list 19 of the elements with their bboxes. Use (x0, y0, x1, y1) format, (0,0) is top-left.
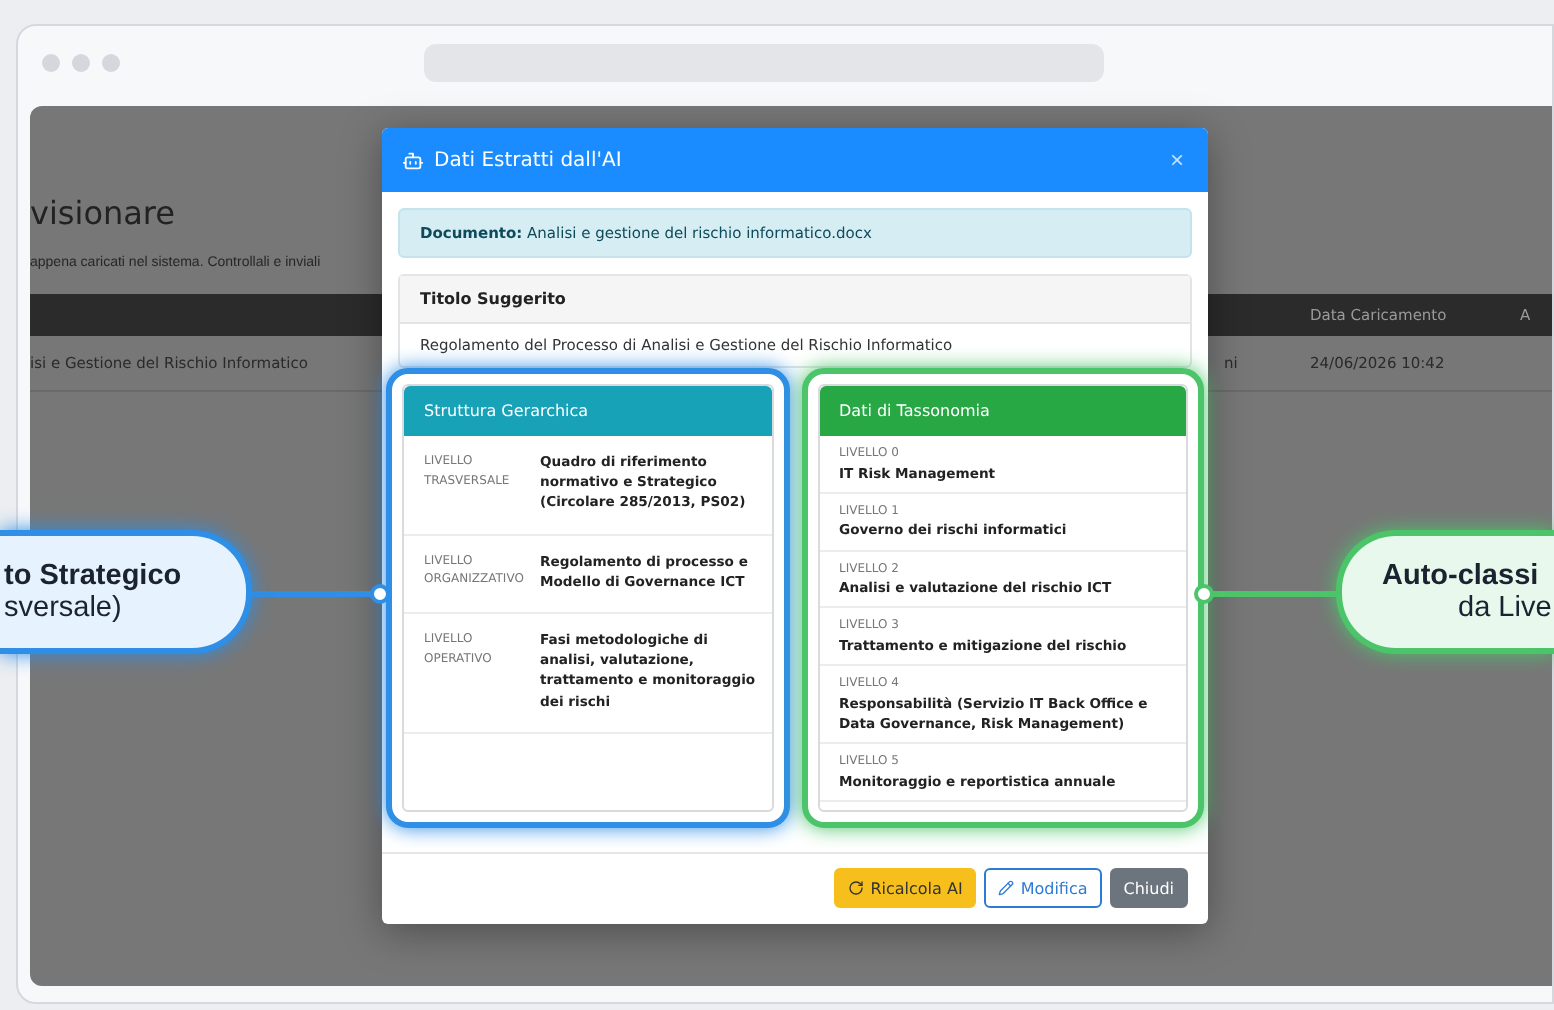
window-dot (42, 53, 60, 71)
page-heading: visionare (30, 194, 177, 232)
panel-heading: Struttura Gerarchica (404, 386, 771, 436)
action-button[interactable]: Chiudi (1109, 868, 1188, 908)
robot-icon (402, 149, 424, 171)
action-button[interactable]: Modifica (984, 868, 1102, 908)
refresh-icon (848, 880, 865, 896)
callout-title: Auto-classi (1382, 560, 1539, 592)
window-dot (72, 53, 90, 71)
close-button[interactable]: × (1165, 146, 1188, 174)
callout-title: to Strategico (4, 560, 182, 592)
callout-subtitle: da Live (1458, 592, 1552, 624)
modal-title: Dati Estratti dall'AI (434, 149, 622, 171)
panel-heading: Dati di Tassonomia (819, 386, 1186, 436)
card-heading: Titolo Suggerito (400, 276, 1190, 324)
callout-subtitle: sversale) (4, 592, 122, 624)
action-button[interactable]: Ricalcola AI (834, 868, 977, 908)
window-dot (102, 53, 120, 71)
pencil-icon (998, 880, 1015, 896)
